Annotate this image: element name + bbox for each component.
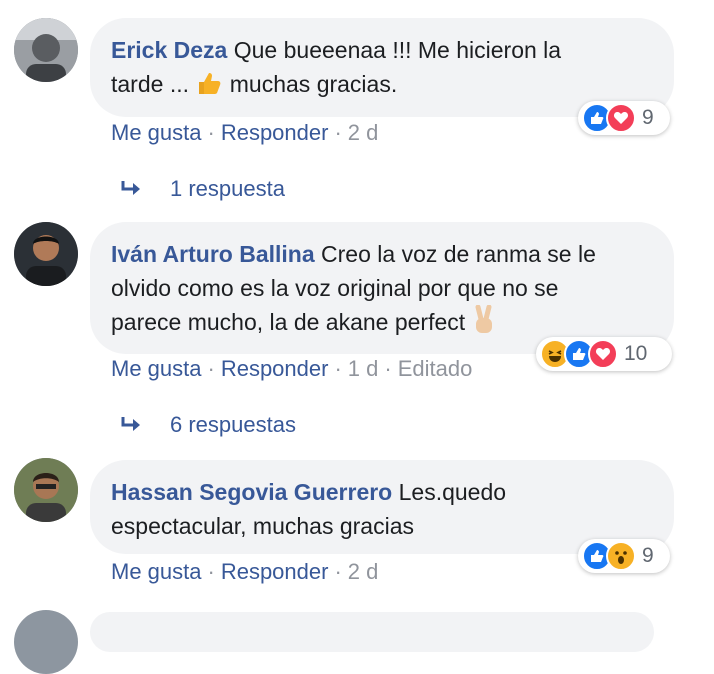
view-replies-link[interactable]: 1 respuesta — [120, 176, 285, 202]
wow-icon — [606, 541, 636, 571]
love-icon — [588, 339, 618, 369]
thumbs-up-emoji — [195, 69, 223, 106]
comment-text: Creo la voz de ranma se le — [321, 241, 596, 267]
comment-author[interactable]: Iván Arturo Ballina — [111, 241, 315, 267]
reply-link[interactable]: Responder — [221, 120, 329, 145]
reaction-count: 10 — [624, 342, 648, 365]
timestamp[interactable]: 1 d — [348, 356, 379, 381]
comment-actions: Me gusta · Responder · 2 d — [111, 559, 379, 584]
comment-text: espectacular, muchas gracias — [111, 513, 414, 539]
timestamp[interactable]: 2 d — [348, 559, 379, 584]
comment-bubble — [90, 612, 654, 652]
comment-text: olvido como es la voz original por que n… — [111, 275, 559, 301]
comment-text: Les.quedo — [398, 479, 507, 505]
like-link[interactable]: Me gusta — [111, 356, 202, 381]
avatar[interactable] — [14, 222, 78, 286]
avatar[interactable] — [14, 18, 78, 82]
comment-author[interactable]: Erick Deza — [111, 37, 227, 63]
love-icon — [606, 103, 636, 133]
comment-actions: Me gusta · Responder · 1 d · Editado — [111, 356, 473, 381]
reaction-summary[interactable]: 10 — [536, 337, 672, 371]
reaction-summary[interactable]: 9 — [578, 539, 670, 573]
like-link[interactable]: Me gusta — [111, 120, 202, 145]
comment-author[interactable]: Hassan Segovia Guerrero — [111, 479, 392, 505]
comment-bubble: Iván Arturo Ballina Creo la voz de ranma… — [90, 222, 674, 354]
replies-label: 6 respuestas — [170, 412, 296, 437]
victory-hand-emoji — [472, 304, 496, 344]
reply-link[interactable]: Responder — [221, 559, 329, 584]
comment-text: tarde ... — [111, 71, 189, 97]
comment-text: parece mucho, la de akane perfect — [111, 309, 466, 335]
avatar[interactable] — [14, 458, 78, 522]
reply-arrow-icon — [121, 417, 140, 431]
like-link[interactable]: Me gusta — [111, 559, 202, 584]
reply-arrow-icon — [121, 181, 140, 195]
view-replies-link[interactable]: 6 respuestas — [120, 412, 296, 438]
reaction-count: 9 — [642, 544, 654, 567]
reaction-summary[interactable]: 9 — [578, 101, 670, 135]
replies-label: 1 respuesta — [170, 176, 285, 201]
reaction-count: 9 — [642, 106, 654, 129]
comment-actions: Me gusta · Responder · 2 d — [111, 120, 379, 145]
timestamp[interactable]: 2 d — [348, 120, 379, 145]
comment-text: muchas gracias. — [229, 71, 398, 97]
reply-link[interactable]: Responder — [221, 356, 329, 381]
edited-label[interactable]: Editado — [398, 356, 473, 381]
comment-text: Que bueeenaa !!! Me hicieron la — [233, 37, 562, 63]
